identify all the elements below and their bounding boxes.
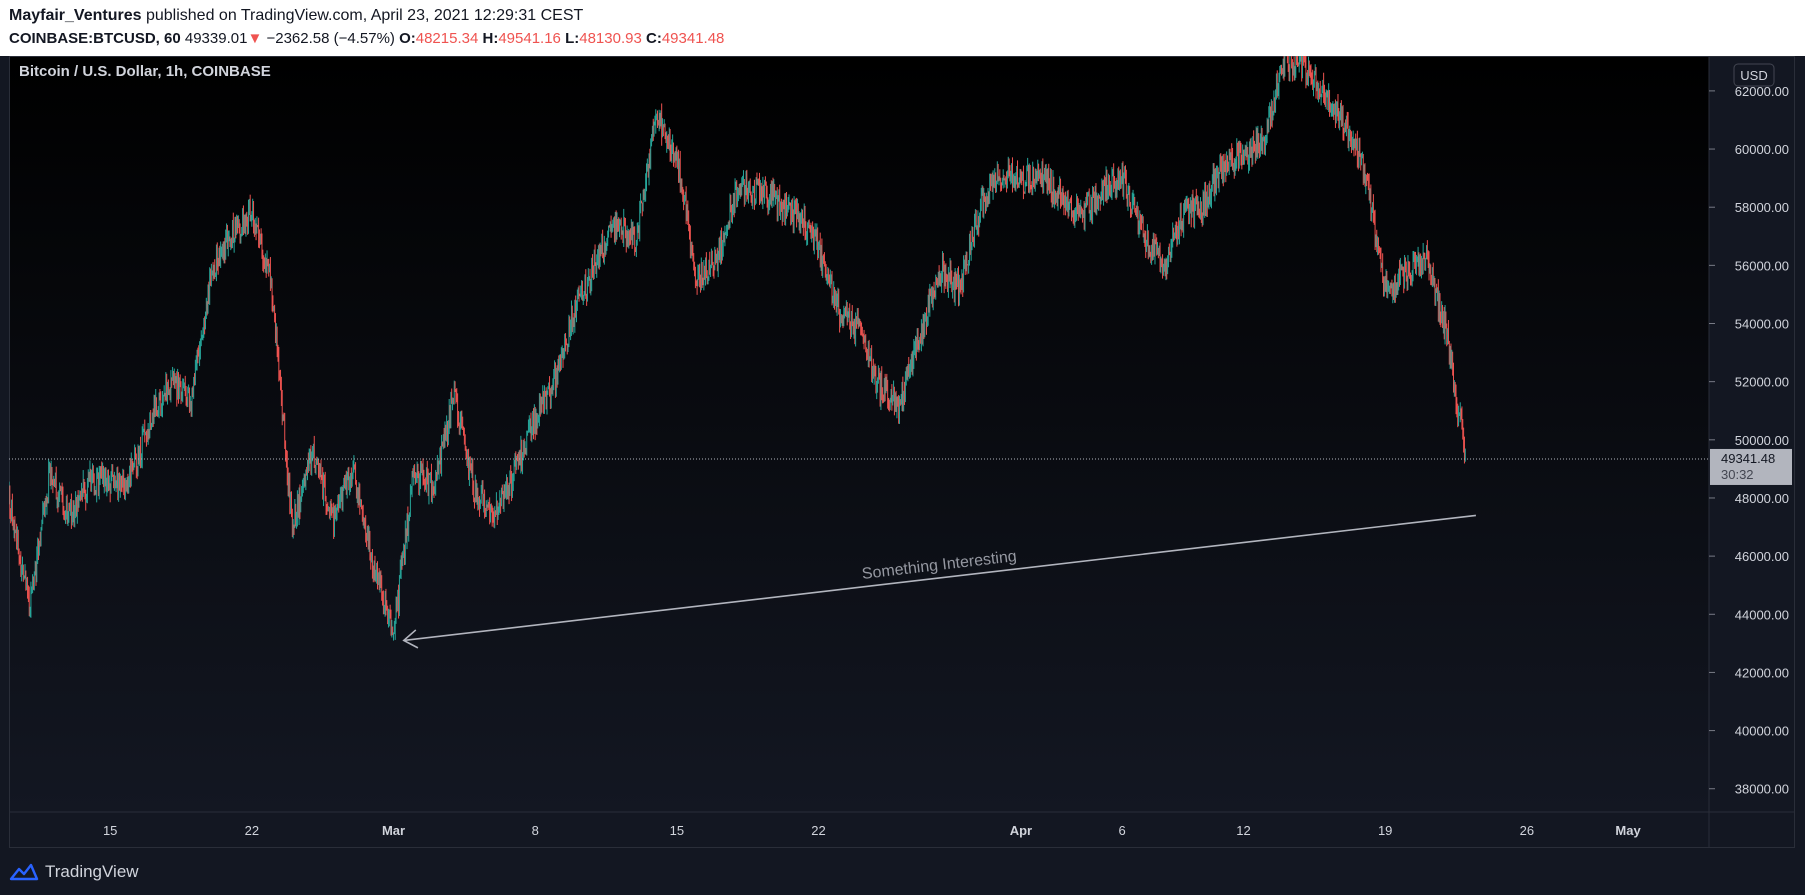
price-chart[interactable]: 62000.0060000.0058000.0056000.0054000.00… — [8, 41, 1795, 848]
chart-title: Bitcoin / U.S. Dollar, 1h, COINBASE — [19, 63, 271, 80]
currency-label: USD — [1740, 68, 1767, 83]
bar-countdown: 30:32 — [1721, 467, 1754, 482]
x-tick-label: 15 — [103, 823, 117, 838]
x-tick-label: 6 — [1118, 823, 1125, 838]
y-tick-label: 52000.00 — [1735, 375, 1789, 390]
y-tick-label: 40000.00 — [1735, 724, 1789, 739]
down-arrow-icon: ▼ — [247, 30, 263, 47]
x-tick-label: Mar — [382, 823, 405, 838]
x-tick-label: 26 — [1520, 823, 1534, 838]
open-value: 48215.34 — [415, 30, 479, 47]
high-value: 49541.16 — [498, 30, 561, 47]
y-tick-label: 46000.00 — [1735, 549, 1789, 564]
high-label: H: — [482, 30, 499, 47]
close-value: 49341.48 — [661, 30, 725, 47]
author-name[interactable]: Mayfair_Ventures — [9, 7, 142, 24]
publication-info: Mayfair_Ventures published on TradingVie… — [9, 7, 583, 25]
low-value: 48130.93 — [579, 30, 642, 47]
tradingview-cloud-icon — [9, 863, 39, 881]
tradingview-brand: TradingView — [45, 862, 139, 881]
x-tick-label: 22 — [245, 823, 259, 838]
y-tick-label: 58000.00 — [1735, 200, 1789, 215]
y-tick-label: 42000.00 — [1735, 665, 1789, 680]
x-tick-label: 12 — [1236, 823, 1250, 838]
x-tick-label: Apr — [1010, 823, 1032, 838]
tradingview-logo[interactable]: TradingView — [9, 862, 139, 882]
last-price-badge: 49341.48 30:32 — [1710, 448, 1792, 485]
open-label: O: — [399, 30, 416, 47]
y-tick-label: 38000.00 — [1735, 782, 1789, 797]
x-tick-label: 8 — [532, 823, 539, 838]
y-tick-label: 56000.00 — [1735, 258, 1789, 273]
footer-bar — [0, 848, 1805, 895]
x-tick-label: 15 — [670, 823, 684, 838]
price-change: −2362.58 (−4.57%) — [266, 30, 395, 47]
y-tick-label: 48000.00 — [1735, 491, 1789, 506]
close-label: C: — [646, 30, 662, 47]
y-tick-label: 44000.00 — [1735, 607, 1789, 622]
low-label: L: — [565, 30, 580, 47]
symbol-label: COINBASE:BTCUSD, 60 — [9, 30, 181, 47]
published-text: published on TradingView.com, April 23, … — [145, 7, 584, 24]
y-tick-label: 50000.00 — [1735, 433, 1789, 448]
last-price-label: 49341.48 — [1721, 451, 1775, 466]
plot-area[interactable] — [9, 56, 1709, 812]
y-tick-label: 54000.00 — [1735, 317, 1789, 332]
y-tick-label: 60000.00 — [1735, 142, 1789, 157]
x-tick-label: 22 — [811, 823, 825, 838]
last-price: 49339.01 — [184, 30, 248, 47]
chart-container[interactable]: 62000.00 60000.00 58000.00 56000.00 54000.00… — [8, 41, 1795, 848]
symbol-ohlc-line: COINBASE:BTCUSD, 60 49339.01▼ −2362.58 (… — [9, 30, 724, 47]
publication-header: Mayfair_Ventures published on TradingVie… — [0, 0, 1805, 56]
x-tick-label: May — [1615, 823, 1641, 838]
x-tick-label: 19 — [1378, 823, 1392, 838]
